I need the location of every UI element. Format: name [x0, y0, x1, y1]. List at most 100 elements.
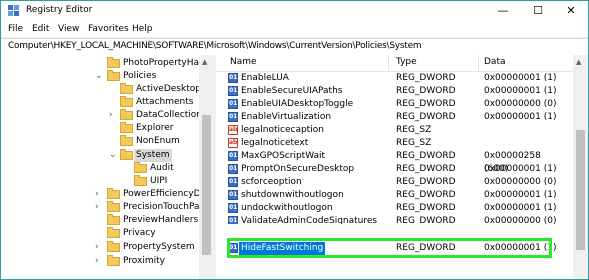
reg-dword-icon: 011: [228, 203, 242, 213]
tree-item-label: Policies: [123, 71, 157, 81]
value-name: PromptOnSecureDesktop: [241, 164, 355, 174]
column-divider[interactable]: [478, 55, 479, 71]
value-name: MaxGPOScriptWait: [241, 151, 326, 161]
maximize-button[interactable]: ☐: [521, 1, 555, 21]
values-scroll-thumb[interactable]: [576, 130, 585, 250]
folder-icon: [107, 255, 120, 266]
value-row[interactable]: 011 EnableUIADesktopToggle REG_DWORD 0x0…: [216, 98, 566, 111]
tree-scrollbar[interactable]: ▲: [199, 55, 211, 279]
folder-icon: [107, 241, 120, 252]
folder-icon: [107, 227, 120, 238]
expand-icon[interactable]: ›: [95, 255, 99, 268]
scroll-up-icon[interactable]: ▲: [576, 58, 581, 66]
value-data: 0x00000001 (1): [484, 164, 557, 174]
folder-icon: [107, 214, 120, 225]
column-header-type[interactable]: Type: [396, 57, 417, 67]
value-name: legalnoticetext: [241, 138, 309, 148]
column-header-name[interactable]: Name: [230, 57, 257, 67]
folder-icon: [120, 109, 133, 120]
title-bar[interactable]: Registry Editor — ☐ ✕: [1, 1, 588, 21]
folder-open-icon: [120, 149, 133, 160]
menu-help[interactable]: Help: [132, 24, 153, 34]
value-type: REG_DWORD: [396, 177, 456, 187]
value-name: EnableUIADesktopToggle: [241, 99, 354, 109]
value-row[interactable]: ab legalnoticetext REG_SZ: [216, 137, 566, 150]
value-name: legalnoticecaption: [241, 125, 324, 135]
reg-dword-icon: 011: [228, 86, 242, 96]
value-type: REG_DWORD: [396, 112, 456, 122]
value-row[interactable]: 011 ValidateAdminCodeSignatures REG_DWOR…: [216, 215, 566, 224]
value-name: EnableSecureUIAPaths: [241, 86, 343, 96]
column-header-data[interactable]: Data: [484, 57, 506, 67]
value-row[interactable]: 011 EnableVirtualization REG_DWORD 0x000…: [216, 111, 566, 124]
folder-icon: [120, 122, 133, 133]
expand-icon[interactable]: ›: [109, 109, 113, 122]
value-name: shutdownwithoutlogon: [241, 190, 344, 200]
value-type: REG_DWORD: [396, 164, 456, 174]
tree-item-label: PropertySystem: [123, 242, 195, 252]
value-type: REG_DWORD: [396, 86, 456, 96]
value-type: REG_SZ: [396, 138, 432, 148]
close-button[interactable]: ✕: [554, 1, 588, 21]
address-bar[interactable]: Computer\HKEY_LOCAL_MACHINE\SOFTWARE\Mic…: [1, 38, 588, 56]
folder-icon: [107, 57, 120, 68]
value-data: 0x00000000 (0): [484, 216, 557, 224]
registry-editor-icon: [8, 5, 19, 16]
menu-view[interactable]: View: [58, 24, 79, 34]
column-divider[interactable]: [388, 55, 389, 71]
tree-scroll-thumb[interactable]: [202, 115, 211, 255]
reg-sz-icon: ab: [228, 125, 238, 135]
value-type: REG_DWORD: [396, 73, 456, 83]
reg-dword-icon: 011: [228, 151, 242, 161]
tree-item-label: Explorer: [136, 123, 174, 133]
tree-item-label: Attachments: [136, 97, 194, 107]
value-name: EnableVirtualization: [241, 112, 332, 122]
minimize-button[interactable]: —: [486, 1, 520, 21]
reg-dword-icon: 011: [228, 177, 242, 187]
value-row[interactable]: 011 EnableSecureUIAPaths REG_DWORD 0x000…: [216, 85, 566, 98]
menu-favorites[interactable]: Favorites: [88, 24, 129, 34]
value-row[interactable]: 011 shutdownwithoutlogon REG_DWORD 0x000…: [216, 189, 566, 202]
folder-icon: [107, 188, 120, 199]
tree-item-label: Proximity: [123, 256, 165, 266]
key-tree[interactable]: PhotoPropertyHandle ⌄ Policies ActiveDes…: [1, 55, 211, 279]
collapse-icon[interactable]: ⌄: [109, 149, 117, 162]
menu-edit[interactable]: Edit: [32, 24, 49, 34]
folder-icon: [134, 175, 147, 186]
value-name: EnableLUA: [241, 73, 289, 83]
tree-item-label: System: [134, 149, 172, 162]
scroll-up-icon[interactable]: ▲: [202, 58, 207, 66]
menu-file[interactable]: File: [8, 24, 23, 34]
value-row[interactable]: 011 EnableLUA REG_DWORD 0x00000001 (1): [216, 72, 566, 85]
value-type: REG_DWORD: [396, 151, 456, 161]
menu-bar: File Edit View Favorites Help: [1, 21, 588, 37]
value-name: ValidateAdminCodeSignatures: [241, 216, 378, 224]
value-data: 0x00000001 (1): [484, 112, 557, 122]
value-row[interactable]: 011 PromptOnSecureDesktop REG_DWORD 0x00…: [216, 163, 566, 176]
expand-icon[interactable]: ›: [95, 201, 99, 214]
expand-icon[interactable]: ›: [95, 188, 99, 201]
tree-item-label: Audit: [150, 163, 174, 173]
folder-open-icon: [107, 70, 120, 81]
tree-item-label: DataCollection: [136, 110, 203, 120]
tree-item-label: NonEnum: [136, 136, 180, 146]
folder-icon: [120, 135, 133, 146]
value-type: REG_DWORD: [396, 99, 456, 109]
value-row[interactable]: 011 MaxGPOScriptWait REG_DWORD 0x0000025…: [216, 150, 566, 174]
value-row[interactable]: 011 undockwithoutlogon REG_DWORD 0x00000…: [216, 202, 566, 215]
collapse-icon[interactable]: ⌄: [95, 70, 103, 83]
value-row[interactable]: 011 scforceoption REG_DWORD 0x00000000 (…: [216, 176, 566, 189]
tree-item-label: PrecisionTouchPad: [123, 202, 206, 212]
value-data: 0x00000001 (1): [484, 73, 557, 83]
window-title: Registry Editor: [26, 5, 93, 15]
address-path[interactable]: Computer\HKEY_LOCAL_MACHINE\SOFTWARE\Mic…: [8, 41, 422, 51]
values-scrollbar[interactable]: ▲: [573, 55, 588, 279]
value-type: REG_DWORD: [396, 190, 456, 200]
values-list[interactable]: Name Type Data 011 EnableLUA REG_DWORD 0…: [216, 55, 588, 279]
value-type: REG_DWORD: [396, 203, 456, 213]
folder-icon: [134, 162, 147, 173]
folder-icon: [107, 201, 120, 212]
expand-icon[interactable]: ›: [95, 241, 99, 254]
value-row[interactable]: ab legalnoticecaption REG_SZ: [216, 124, 566, 137]
list-header: Name Type Data: [216, 55, 588, 72]
